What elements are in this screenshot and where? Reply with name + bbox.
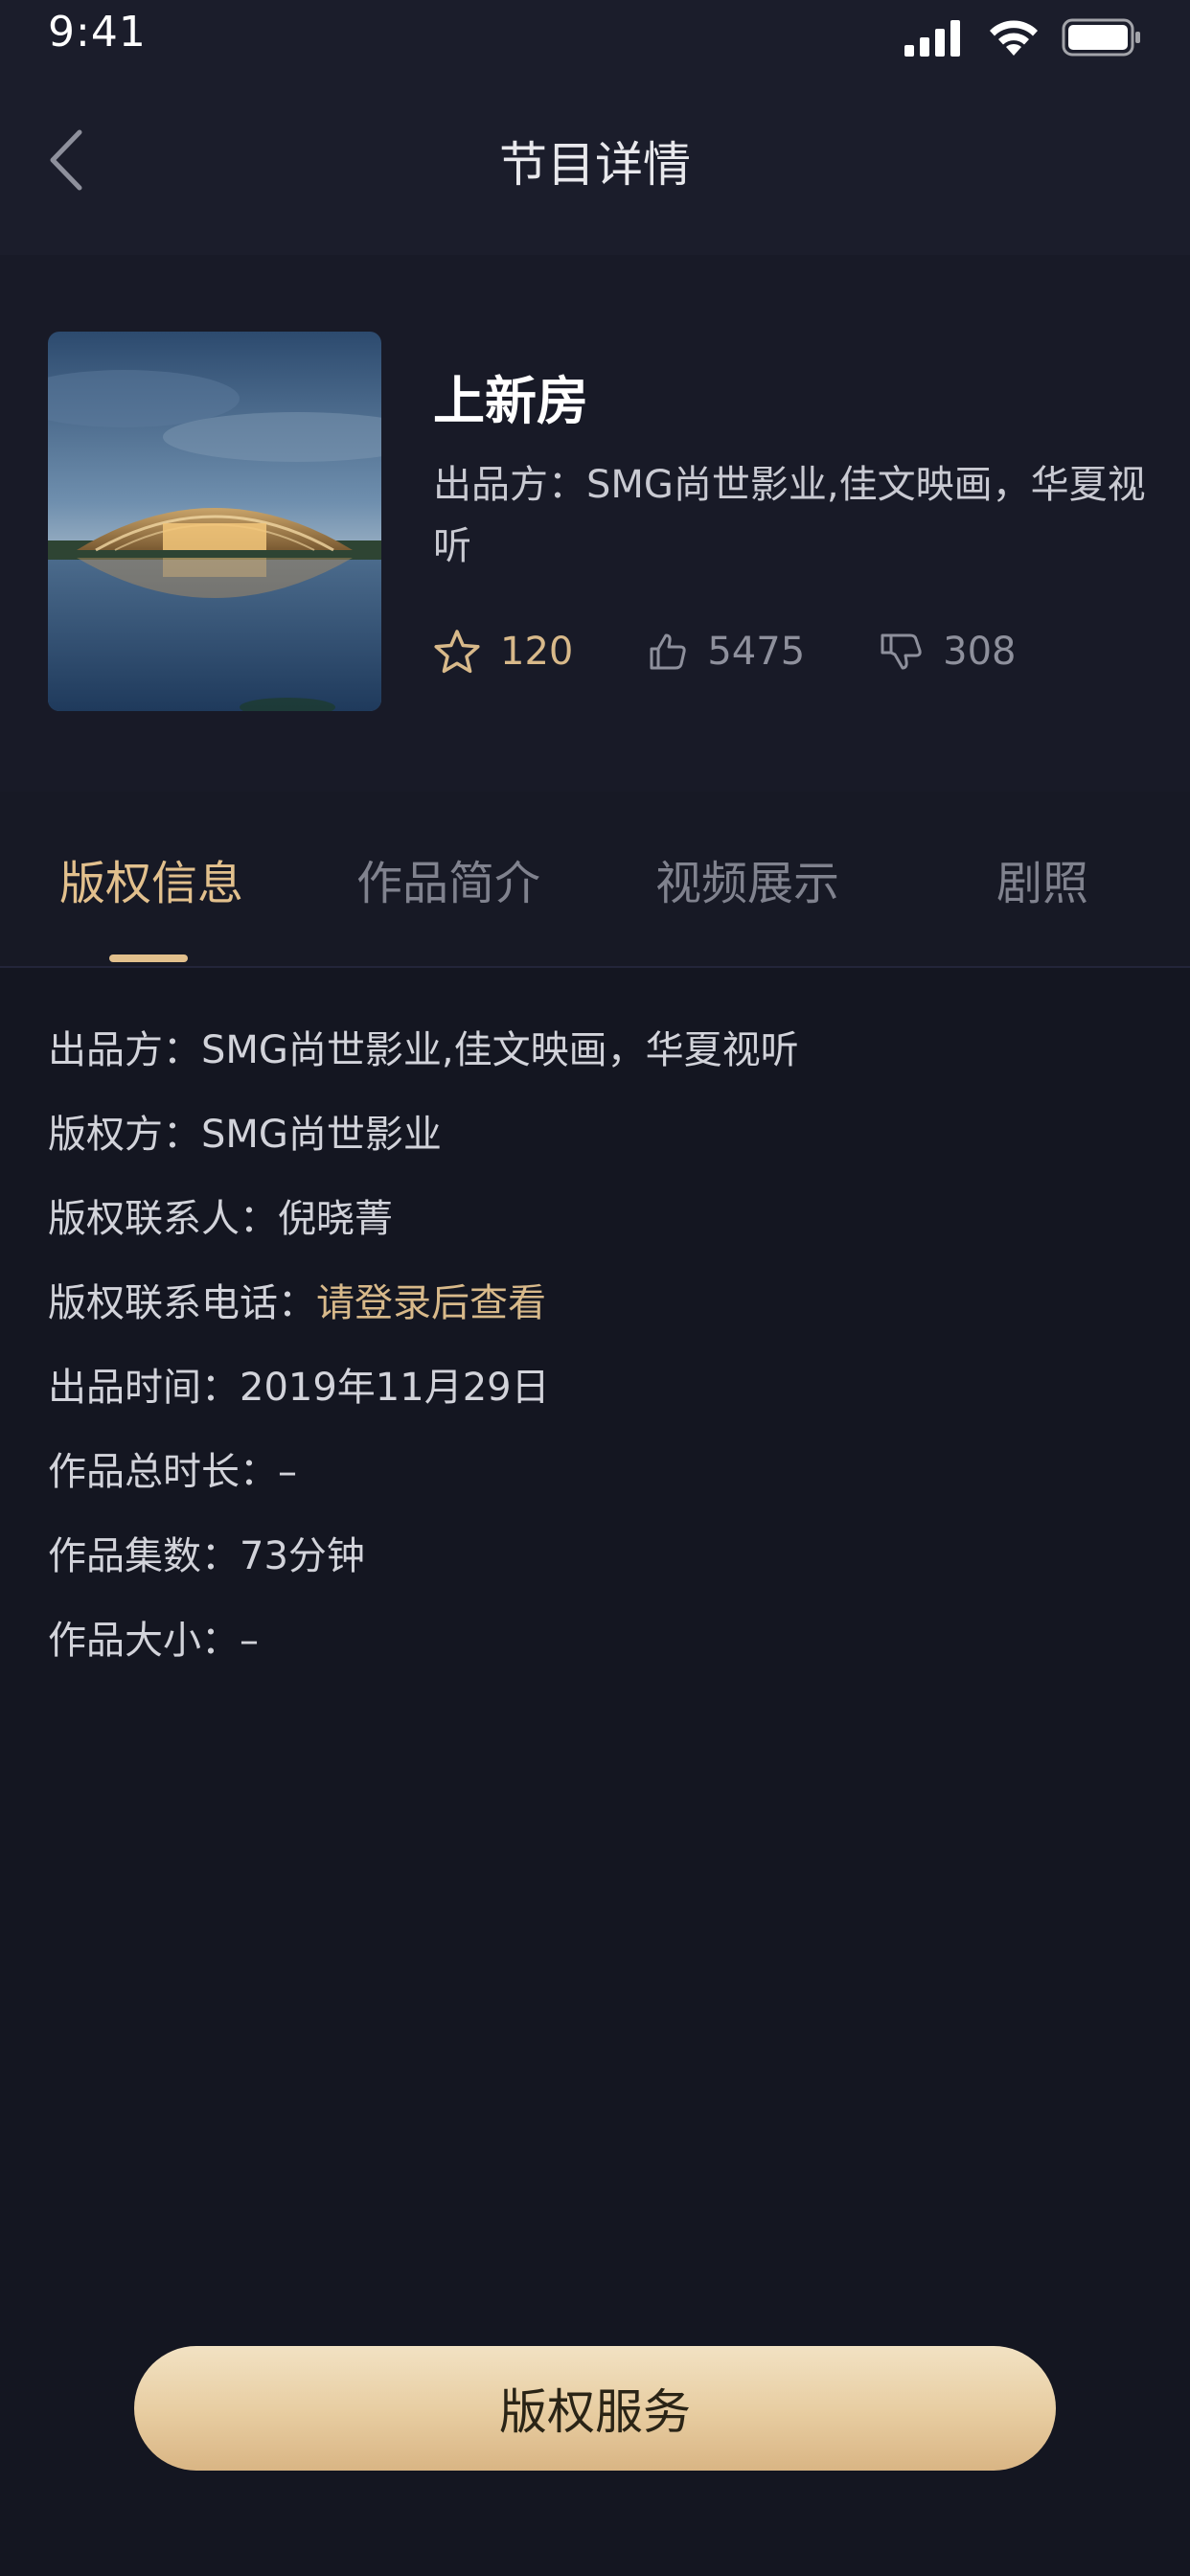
page-title: 节目详情 bbox=[499, 137, 691, 193]
detail-row-total-duration: 作品总时长：– bbox=[48, 1438, 1150, 1522]
detail-label: 作品大小： bbox=[48, 1619, 240, 1663]
detail-row-contact-phone: 版权联系电话：请登录后查看 bbox=[48, 1269, 1150, 1353]
detail-row-release-date: 出品时间：2019年11月29日 bbox=[48, 1353, 1150, 1438]
cellular-signal-icon bbox=[904, 20, 960, 57]
detail-label: 作品集数： bbox=[48, 1534, 240, 1578]
copyright-service-button[interactable]: 版权服务 bbox=[134, 2346, 1056, 2471]
poster-image bbox=[48, 332, 381, 711]
program-detail-screen: 9:41 节目详情 上新房 出品方：SMG尚世影业,佳文映画，华夏视听 120 … bbox=[0, 0, 1190, 2576]
home-indicator bbox=[0, 2568, 1190, 2576]
program-poster bbox=[48, 332, 381, 711]
detail-value: 73分钟 bbox=[240, 1534, 365, 1578]
detail-value: 2019年11月29日 bbox=[240, 1366, 550, 1410]
detail-label: 版权联系电话： bbox=[48, 1281, 316, 1325]
thumbs-up-icon bbox=[650, 633, 687, 670]
dislike-button[interactable]: 308 bbox=[880, 630, 1017, 674]
star-icon bbox=[434, 630, 480, 674]
tab-stills[interactable]: 剧照 bbox=[996, 845, 1088, 912]
detail-value: 倪晓菁 bbox=[278, 1197, 393, 1241]
battery-icon bbox=[1062, 18, 1140, 57]
like-button[interactable]: 5475 bbox=[648, 630, 805, 674]
detail-row-copyright-owner: 版权方：SMG尚世影业 bbox=[48, 1100, 1150, 1184]
tab-bar: 版权信息 作品简介 视频展示 剧照 bbox=[0, 792, 1190, 968]
thumbs-down-icon bbox=[881, 633, 922, 670]
favorite-button[interactable]: 120 bbox=[433, 629, 573, 675]
wifi-icon bbox=[990, 20, 1038, 56]
tab-copyright-info[interactable]: 版权信息 bbox=[59, 845, 243, 912]
status-bar: 9:41 bbox=[0, 0, 1190, 77]
detail-label: 版权联系人： bbox=[48, 1197, 278, 1241]
favorite-count: 120 bbox=[500, 630, 574, 674]
active-tab-indicator bbox=[109, 954, 188, 962]
detail-row-producer: 出品方：SMG尚世影业,佳文映画，华夏视听 bbox=[48, 1016, 1150, 1100]
program-info-card: 上新房 出品方：SMG尚世影业,佳文映画，华夏视听 120 5475 308 bbox=[0, 255, 1190, 792]
status-icons bbox=[903, 13, 1142, 61]
program-producer: 出品方：SMG尚世影业,佳文映画，华夏视听 bbox=[433, 463, 1146, 568]
detail-row-episodes: 作品集数：73分钟 bbox=[48, 1522, 1150, 1606]
detail-row-contact-person: 版权联系人：倪晓菁 bbox=[48, 1184, 1150, 1269]
program-title: 上新房 bbox=[433, 371, 588, 431]
status-time: 9:41 bbox=[48, 8, 147, 57]
tab-introduction[interactable]: 作品简介 bbox=[356, 845, 540, 912]
copyright-details: 出品方：SMG尚世影业,佳文映画，华夏视听 版权方：SMG尚世影业 版权联系人：… bbox=[48, 1016, 1150, 1690]
login-to-view-link[interactable]: 请登录后查看 bbox=[316, 1281, 546, 1325]
like-count: 5475 bbox=[707, 630, 806, 674]
detail-label: 出品时间： bbox=[48, 1366, 240, 1410]
detail-label: 作品总时长： bbox=[48, 1450, 278, 1494]
detail-value: SMG尚世影业 bbox=[201, 1113, 442, 1157]
detail-value: – bbox=[278, 1450, 297, 1494]
detail-value: – bbox=[240, 1619, 259, 1663]
detail-label: 出品方： bbox=[48, 1028, 201, 1072]
detail-value: SMG尚世影业,佳文映画，华夏视听 bbox=[201, 1028, 799, 1072]
dislike-count: 308 bbox=[943, 630, 1017, 674]
nav-bar: 节目详情 bbox=[0, 77, 1190, 255]
tab-video[interactable]: 视频展示 bbox=[655, 845, 839, 912]
detail-label: 版权方： bbox=[48, 1113, 201, 1157]
detail-row-size: 作品大小：– bbox=[48, 1606, 1150, 1690]
program-stats: 120 5475 308 bbox=[433, 623, 1091, 680]
